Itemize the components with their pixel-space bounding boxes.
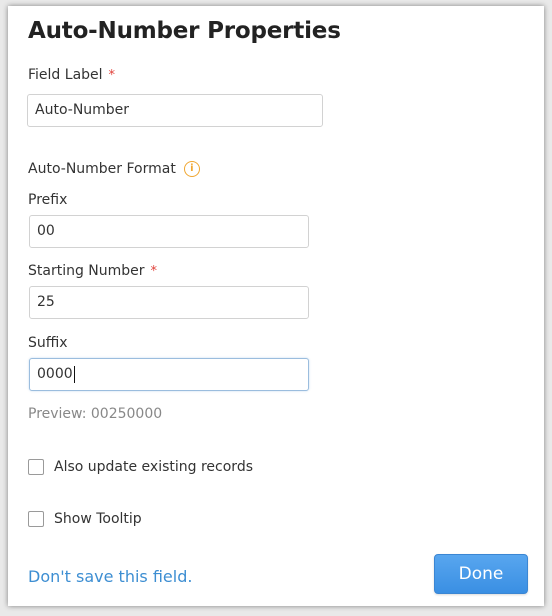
- required-marker: *: [150, 264, 158, 279]
- show-tooltip-checkbox[interactable]: [28, 511, 44, 527]
- show-tooltip-option[interactable]: Show Tooltip: [28, 509, 142, 529]
- done-button-label: Done: [458, 564, 504, 584]
- field-label-input[interactable]: Auto-Number: [27, 94, 323, 127]
- done-button[interactable]: Done: [434, 554, 528, 594]
- auto-number-format-text: Auto-Number Format: [28, 161, 176, 177]
- prefix-input[interactable]: 00: [29, 215, 309, 248]
- prefix-label: Prefix: [28, 192, 68, 208]
- field-label-label: Field Label *: [28, 67, 115, 83]
- update-existing-records-checkbox[interactable]: [28, 459, 44, 475]
- show-tooltip-label[interactable]: Show Tooltip: [54, 511, 142, 527]
- update-existing-records-label[interactable]: Also update existing records: [54, 459, 253, 475]
- field-label-value: Auto-Number: [35, 102, 130, 118]
- update-existing-records-option[interactable]: Also update existing records: [28, 457, 253, 477]
- auto-number-properties-dialog: Auto-Number Properties Field Label * Auto…: [8, 6, 544, 606]
- info-icon[interactable]: i: [183, 161, 200, 177]
- dont-save-field-link[interactable]: Don't save this field.: [28, 567, 192, 586]
- dialog-title: Auto-Number Properties: [28, 18, 341, 44]
- suffix-input[interactable]: 0000: [29, 358, 309, 391]
- suffix-value: 0000: [37, 366, 73, 382]
- starting-number-input[interactable]: 25: [29, 286, 309, 319]
- starting-number-value: 25: [37, 294, 55, 310]
- suffix-label: Suffix: [28, 335, 68, 351]
- required-marker: *: [108, 68, 116, 83]
- field-label-text: Field Label: [28, 67, 103, 83]
- starting-number-label: Starting Number *: [28, 263, 157, 279]
- starting-number-text: Starting Number: [28, 263, 145, 279]
- auto-number-format-heading: Auto-Number Format i: [28, 161, 200, 177]
- prefix-value: 00: [37, 223, 55, 239]
- preview-text: Preview: 00250000: [28, 406, 163, 422]
- text-caret: [73, 365, 75, 383]
